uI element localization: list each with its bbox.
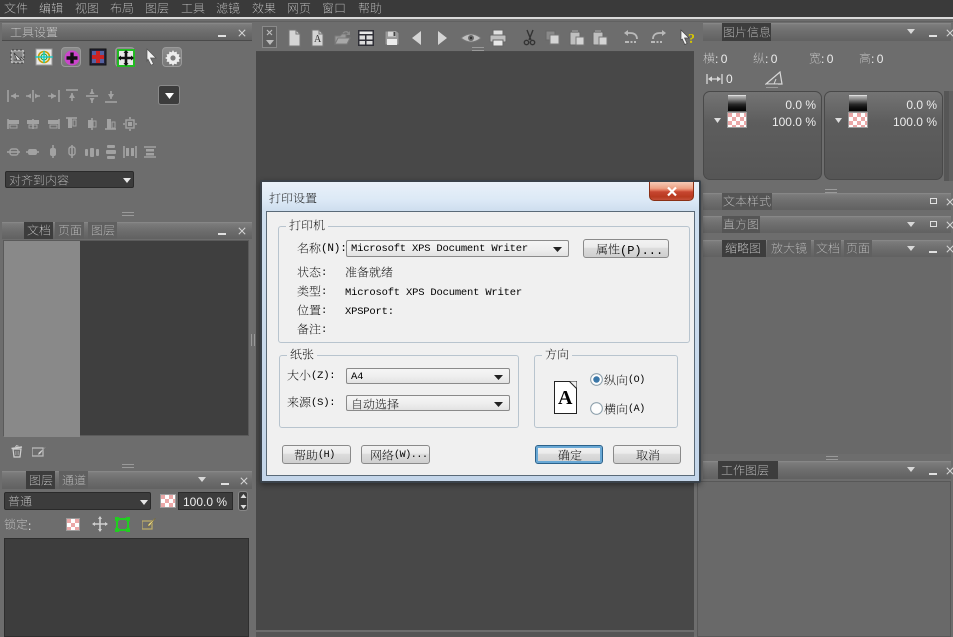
svg-text:A: A [314,34,322,45]
